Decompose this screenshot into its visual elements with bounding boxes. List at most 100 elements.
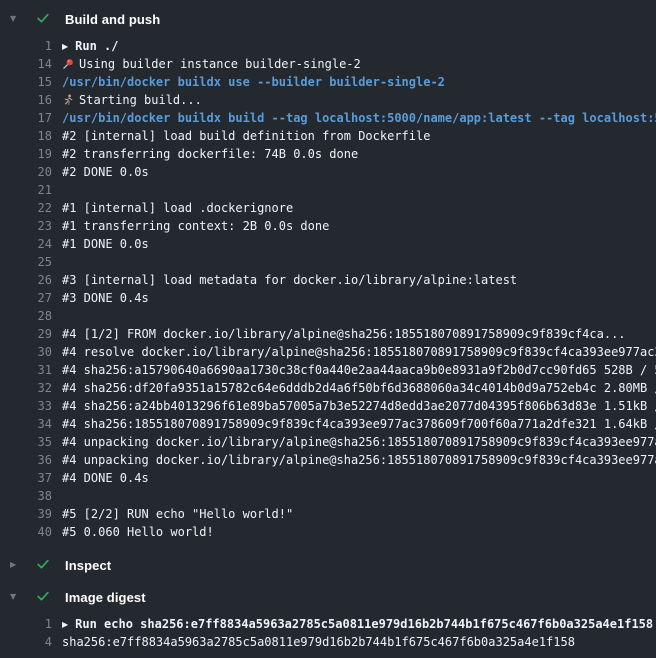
line-number[interactable]: 38 [0,487,52,505]
line-number[interactable]: 35 [0,433,52,451]
log-line: 36 #4 unpacking docker.io/library/alpine@… [0,451,656,469]
log-line: 26 #3 [internal] load metadata for docker… [0,271,656,289]
runner-icon [62,93,74,109]
line-text: #5 [2/2] RUN echo "Hello world!" [62,507,293,521]
log-line: 28 [0,307,656,325]
log-line-text: #4 sha256:185518070891758909c9f839cf4ca3… [62,415,656,433]
line-number[interactable]: 16 [0,91,52,109]
line-number[interactable]: 23 [0,217,52,235]
line-text: sha256:e7ff8834a5963a2785c5a0811e979d16b… [62,635,575,649]
log-lines: 1 ▶Run echo sha256:e7ff8834a5963a2785c5a0… [0,609,656,655]
log-line: 1 ▶Run echo sha256:e7ff8834a5963a2785c5a0… [0,615,656,633]
line-number[interactable]: 29 [0,325,52,343]
log-lines: 1 ▶Run ./ 14 Using builder instance builder… [0,31,656,545]
line-text: Using builder instance builder-single-2 [79,57,361,71]
line-text: #2 DONE 0.0s [62,165,149,179]
line-number[interactable]: 20 [0,163,52,181]
chevron-right-icon[interactable]: ▶ [10,561,22,569]
log-line: 21 [0,181,656,199]
log-line: 37#4 DONE 0.4s [0,469,656,487]
line-number[interactable]: 31 [0,361,52,379]
section-title: Inspect [65,558,111,573]
line-number[interactable]: 17 [0,109,52,127]
log-line-text: Starting build... [62,91,656,109]
log-line-text: sha256:e7ff8834a5963a2785c5a0811e979d16b… [62,633,656,651]
line-text: #2 [internal] load build definition from… [62,129,430,143]
line-number[interactable]: 22 [0,199,52,217]
log-line-text [62,487,656,505]
section-title: Build and push [65,12,160,27]
section-inspect: ▶ Inspect [0,553,656,577]
log-line: 27 #3 DONE 0.4s [0,289,656,307]
line-text: /usr/bin/docker buildx build --tag local… [62,111,656,125]
line-number[interactable]: 25 [0,253,52,271]
success-check-icon [36,11,50,28]
log-line: 30 #4 resolve docker.io/library/alpine@sh… [0,343,656,361]
log-line: 31#4 sha256:a15790640a6690aa1730c38cf0a4… [0,361,656,379]
log-line: 35 #4 unpacking docker.io/library/alpine@… [0,433,656,451]
line-number[interactable]: 21 [0,181,52,199]
line-text: #4 sha256:a24bb4013296f61e89ba57005a7b3e… [62,399,656,413]
log-line: 25 [0,253,656,271]
line-number[interactable]: 36 [0,451,52,469]
log-line-text: #4 unpacking docker.io/library/alpine@sh… [62,433,656,451]
line-text: #3 [internal] load metadata for docker.i… [62,273,517,287]
section-header-inspect[interactable]: ▶ Inspect [0,553,656,577]
section-build-and-push: ▼ Build and push 1 ▶Run ./ 14 Using builder i… [0,7,656,545]
log-command-text: /usr/bin/docker buildx use --builder bui… [62,73,656,91]
chevron-down-icon[interactable]: ▼ [10,15,22,23]
line-number[interactable]: 40 [0,523,52,541]
chevron-down-icon[interactable]: ▼ [10,593,22,601]
log-command-text: /usr/bin/docker buildx build --tag local… [62,109,656,127]
log-line: 29#4 [1/2] FROM docker.io/library/alpine… [0,325,656,343]
log-group-line[interactable]: ▶Run ./ [62,37,656,55]
line-number[interactable]: 27 [0,289,52,307]
log-line-text: #5 [2/2] RUN echo "Hello world!" [62,505,656,523]
log-line: 16 Starting build... [0,91,656,109]
line-number[interactable]: 34 [0,415,52,433]
log-line: 15/usr/bin/docker buildx use --builder b… [0,73,656,91]
line-number[interactable]: 18 [0,127,52,145]
line-number[interactable]: 37 [0,469,52,487]
expand-play-icon[interactable]: ▶ [62,616,68,633]
success-check-icon [36,589,50,606]
line-text: #1 transferring context: 2B 0.0s done [62,219,329,233]
line-number[interactable]: 15 [0,73,52,91]
line-number[interactable]: 39 [0,505,52,523]
pushpin-icon [62,57,74,73]
line-text: #4 sha256:185518070891758909c9f839cf4ca3… [62,417,656,431]
line-number[interactable]: 4 [0,633,52,651]
log-line: 17/usr/bin/docker buildx build --tag loc… [0,109,656,127]
log-group-line[interactable]: ▶Run echo sha256:e7ff8834a5963a2785c5a08… [62,615,656,633]
line-number[interactable]: 28 [0,307,52,325]
log-line: 34 #4 sha256:185518070891758909c9f839cf4c… [0,415,656,433]
log-line-text: #4 resolve docker.io/library/alpine@sha2… [62,343,656,361]
log-line: 18 #2 [internal] load build definition fr… [0,127,656,145]
expand-play-icon[interactable]: ▶ [62,38,68,55]
section-image-digest: ▼ Image digest 1 ▶Run echo sha256:e7ff8834a… [0,585,656,655]
line-number[interactable]: 26 [0,271,52,289]
workflow-log-viewer: ▼Build and push1▶Run ./14Using builder i… [0,7,656,655]
log-line: 20 #2 DONE 0.0s [0,163,656,181]
line-number[interactable]: 1 [0,615,52,633]
section-header-image-digest[interactable]: ▼ Image digest [0,585,656,609]
line-number[interactable]: 19 [0,145,52,163]
line-number[interactable]: 30 [0,343,52,361]
log-line-text: #4 sha256:a24bb4013296f61e89ba57005a7b3e… [62,397,656,415]
line-text: Starting build... [79,93,202,107]
log-line: 24#1 DONE 0.0s [0,235,656,253]
line-number[interactable]: 14 [0,55,52,73]
log-line-text: #3 DONE 0.4s [62,289,656,307]
line-text: #1 [internal] load .dockerignore [62,201,293,215]
log-line: 22 #1 [internal] load .dockerignore [0,199,656,217]
line-number[interactable]: 33 [0,397,52,415]
log-line-text: #1 [internal] load .dockerignore [62,199,656,217]
log-line-text: #4 sha256:df20fa9351a15782c64e6dddb2d4a6… [62,379,656,397]
line-number[interactable]: 24 [0,235,52,253]
line-number[interactable]: 32 [0,379,52,397]
section-header-build-and-push[interactable]: ▼ Build and push [0,7,656,31]
line-number[interactable]: 1 [0,37,52,55]
line-text: #2 transferring dockerfile: 74B 0.0s don… [62,147,358,161]
line-text: #4 unpacking docker.io/library/alpine@sh… [62,453,656,467]
section-title: Image digest [65,590,146,605]
